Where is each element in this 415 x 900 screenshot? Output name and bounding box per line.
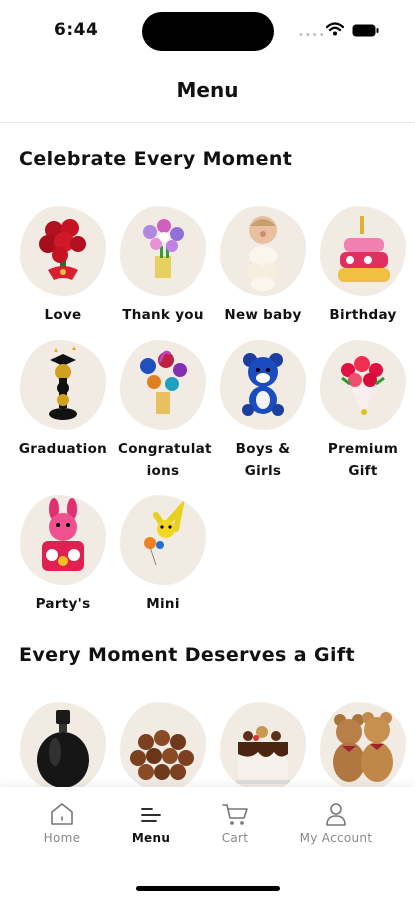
- category-label: Mini: [146, 596, 180, 612]
- category-tile-mini[interactable]: Mini: [118, 495, 208, 615]
- category-label: New baby: [224, 307, 302, 323]
- bottom-tab-bar: Home Menu Cart My Account: [0, 787, 415, 900]
- category-label: Birthday: [329, 307, 397, 323]
- category-tile-boys-girls[interactable]: Boys & Girls: [218, 340, 308, 482]
- category-tile-premium-gift[interactable]: Premium Gift: [318, 340, 408, 482]
- category-tile-congratulations[interactable]: Congratulat ions: [118, 340, 212, 482]
- category-tile-thank-you[interactable]: Thank you: [118, 206, 208, 326]
- heart-bouquet-icon: [39, 219, 86, 280]
- congrats-bouquet-icon: [140, 350, 187, 414]
- menu-icon: [141, 808, 161, 822]
- chocolate-balls-image: [130, 730, 194, 780]
- tab-label: My Account: [299, 831, 373, 845]
- wifi-icon: [326, 22, 344, 36]
- category-label: Love: [44, 307, 82, 323]
- home-indicator: [136, 886, 280, 891]
- tab-label: Cart: [221, 831, 249, 845]
- rose-bouquet-icon: [341, 356, 385, 416]
- chocolate-cake-image: [236, 726, 290, 784]
- category-label: Boys & Girls: [235, 441, 291, 479]
- cellular-signal-icon: ••••: [298, 30, 326, 41]
- page-title: Menu: [176, 78, 239, 102]
- tab-home[interactable]: Home: [17, 801, 107, 845]
- tab-my-account[interactable]: My Account: [291, 801, 381, 845]
- product-tile-perfume[interactable]: [18, 702, 108, 792]
- teddy-bears-image: [333, 712, 393, 782]
- tab-label: Menu: [131, 831, 171, 845]
- category-tile-new-baby[interactable]: New baby: [218, 206, 308, 326]
- account-icon: [326, 803, 346, 826]
- home-icon: [51, 803, 73, 825]
- graduation-tower-icon: [49, 346, 77, 420]
- tab-label: Home: [43, 831, 81, 845]
- header-divider: [0, 122, 415, 123]
- section-title-celebrate: Celebrate Every Moment: [19, 148, 293, 170]
- category-label: Congratulat ions: [118, 441, 212, 479]
- tab-menu[interactable]: Menu: [106, 801, 196, 845]
- tab-cart[interactable]: Cart: [190, 801, 280, 845]
- category-tile-birthday[interactable]: Birthday: [318, 206, 408, 326]
- status-bar: 6:44 ••••: [0, 0, 415, 62]
- cake-balloon-icon: [338, 216, 390, 282]
- bunny-balloon-icon: [42, 498, 84, 571]
- perfume-bottle-image: [37, 710, 89, 788]
- product-tile-teddy-bears[interactable]: [318, 702, 408, 792]
- product-tile-cake[interactable]: [218, 702, 308, 792]
- category-label: Thank you: [122, 307, 204, 323]
- dynamic-island: [142, 12, 274, 51]
- cart-icon: [222, 804, 248, 825]
- baby-balloon-icon: [247, 216, 279, 291]
- mini-balloon-icon: [144, 498, 186, 566]
- category-label: Party's: [35, 596, 91, 612]
- section-title-gifts: Every Moment Deserves a Gift: [19, 644, 355, 666]
- category-tile-graduation[interactable]: Graduation: [18, 340, 108, 460]
- product-tile-chocolates[interactable]: [118, 702, 208, 792]
- category-tile-partys[interactable]: Party's: [18, 495, 108, 615]
- category-label: Premium Gift: [327, 441, 399, 479]
- category-tile-love[interactable]: Love: [18, 206, 108, 326]
- flower-balloon-icon: [143, 219, 184, 278]
- bear-balloon-icon: [242, 353, 284, 416]
- category-label: Graduation: [18, 441, 108, 457]
- battery-icon: [352, 24, 379, 37]
- status-time: 6:44: [54, 20, 99, 40]
